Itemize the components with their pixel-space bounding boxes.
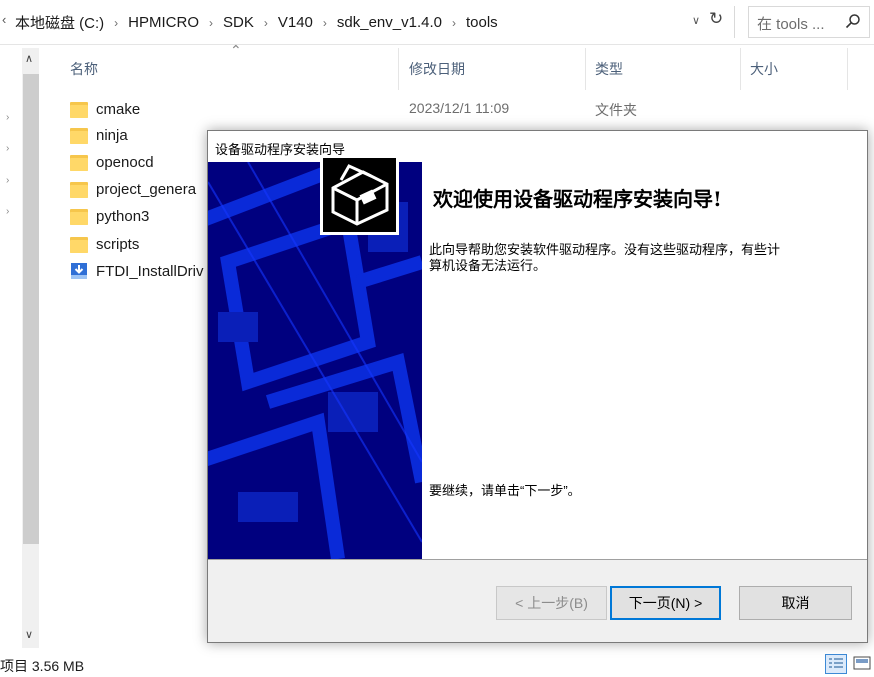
file-name: openocd xyxy=(96,153,154,171)
folder-icon xyxy=(70,237,88,253)
cancel-button[interactable]: 取消 xyxy=(739,586,852,620)
status-bar: 项目 3.56 MB xyxy=(0,650,874,677)
installer-icon xyxy=(71,263,87,279)
column-header-name[interactable]: 名称 xyxy=(62,48,400,90)
search-input[interactable]: 在 tools ... xyxy=(748,6,870,38)
continue-instruction: 要继续，请单击“下一步”。 xyxy=(429,483,581,498)
nav-expand-icon[interactable]: › xyxy=(6,175,9,186)
scroll-up-icon[interactable]: ∧ xyxy=(25,52,33,65)
address-bar: ‹ 本地磁盘 (C:) › HPMICRO › SDK › V140 › sdk… xyxy=(0,0,874,45)
nav-expand-icon[interactable]: › xyxy=(6,112,9,123)
dialog-separator xyxy=(208,559,867,560)
list-item[interactable]: openocd xyxy=(70,149,154,175)
folder-icon xyxy=(70,155,88,171)
list-item[interactable]: FTDI_InstallDriv xyxy=(70,258,204,284)
folder-icon xyxy=(70,128,88,144)
file-name: python3 xyxy=(96,207,150,225)
file-name: ninja xyxy=(96,126,128,144)
search-placeholder: 在 tools ... xyxy=(757,16,825,33)
intro-text: 此向导帮助您安装软件驱动程序。没有这些驱动程序，有些计算机设备无法运行。 xyxy=(429,242,781,273)
divider xyxy=(734,6,735,38)
column-header-size[interactable]: 大小 xyxy=(742,48,850,90)
folder-icon xyxy=(70,102,88,118)
breadcrumb: 本地磁盘 (C:) › HPMICRO › SDK › V140 › sdk_e… xyxy=(14,12,499,33)
back-button[interactable]: < 上一步(B) xyxy=(496,586,607,620)
column-header-type[interactable]: 类型 xyxy=(587,48,745,90)
file-name: scripts xyxy=(96,235,140,253)
breadcrumb-hpmicro[interactable]: HPMICRO xyxy=(127,14,200,31)
column-divider[interactable] xyxy=(847,48,848,90)
list-item[interactable]: cmake xyxy=(70,96,140,122)
folder-icon xyxy=(70,182,88,198)
file-name: project_genera xyxy=(96,180,197,198)
breadcrumb-v140[interactable]: V140 xyxy=(277,14,314,31)
breadcrumb-sdk-env[interactable]: sdk_env_v1.4.0 xyxy=(336,14,443,31)
scroll-down-icon[interactable]: ∨ xyxy=(25,628,33,641)
breadcrumb-separator-icon[interactable]: › xyxy=(264,16,268,30)
breadcrumb-sdk[interactable]: SDK xyxy=(222,14,255,31)
dialog-titlebar[interactable]: 设备驱动程序安装向导 xyxy=(208,131,867,162)
back-chevron-icon[interactable]: ‹ xyxy=(2,12,6,27)
status-text: 项目 3.56 MB xyxy=(0,658,85,674)
chevron-down-icon[interactable]: ∨ xyxy=(692,14,700,27)
breadcrumb-separator-icon[interactable]: › xyxy=(209,16,213,30)
list-item[interactable]: python3 xyxy=(70,203,149,229)
breadcrumb-separator-icon[interactable]: › xyxy=(114,16,118,30)
file-name: cmake xyxy=(96,100,141,118)
welcome-heading: 欢迎使用设备驱动程序安装向导! xyxy=(433,187,722,211)
breadcrumb-separator-icon[interactable]: › xyxy=(323,16,327,30)
file-type: 文件夹 xyxy=(595,102,637,118)
wizard-logo-icon xyxy=(320,155,399,235)
refresh-icon[interactable]: ↻ xyxy=(709,9,723,29)
list-item[interactable]: scripts xyxy=(70,231,139,257)
column-divider[interactable] xyxy=(740,48,741,90)
file-date: 2023/12/1 11:09 xyxy=(409,100,510,116)
breadcrumb-drive[interactable]: 本地磁盘 (C:) xyxy=(14,12,105,33)
nav-expand-icon[interactable]: › xyxy=(6,143,9,154)
breadcrumb-tools[interactable]: tools xyxy=(465,14,499,31)
nav-expand-icon[interactable]: › xyxy=(6,206,9,217)
driver-install-wizard-dialog: 设备驱动程序安装向导 欢迎使用设备驱动程序安装向导! 此向导帮助您安装软件驱动程… xyxy=(207,130,868,643)
search-icon[interactable] xyxy=(845,13,861,29)
next-button[interactable]: 下一页(N) > xyxy=(610,586,721,620)
list-item[interactable]: project_genera xyxy=(70,176,196,202)
column-divider[interactable] xyxy=(585,48,586,90)
large-icons-view-icon[interactable] xyxy=(853,656,871,670)
column-header-modified[interactable]: 修改日期 xyxy=(401,48,589,90)
details-view-icon[interactable] xyxy=(825,654,847,674)
scrollbar-thumb[interactable] xyxy=(23,74,39,544)
breadcrumb-separator-icon[interactable]: › xyxy=(452,16,456,30)
column-divider[interactable] xyxy=(398,48,399,90)
file-name: FTDI_InstallDriv xyxy=(96,262,204,280)
list-item[interactable]: ninja xyxy=(70,122,128,148)
folder-icon xyxy=(70,209,88,225)
